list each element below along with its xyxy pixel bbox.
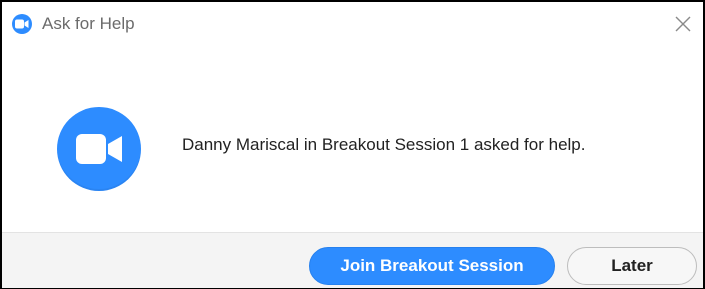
- zoom-camera-icon: [57, 107, 141, 191]
- zoom-camera-icon: [12, 14, 32, 34]
- title-bar: Ask for Help: [2, 2, 703, 46]
- dialog-footer: Join Breakout Session Later: [2, 232, 703, 288]
- dialog-title: Ask for Help: [42, 14, 135, 33]
- close-icon: [675, 16, 691, 32]
- close-button[interactable]: [669, 10, 697, 38]
- help-request-message: Danny Mariscal in Breakout Session 1 ask…: [182, 135, 586, 154]
- join-breakout-session-button[interactable]: Join Breakout Session: [309, 247, 555, 285]
- ask-for-help-dialog: Ask for Help Danny Mariscal in Breakout …: [0, 0, 705, 289]
- dialog-body: Danny Mariscal in Breakout Session 1 ask…: [2, 46, 703, 232]
- later-button[interactable]: Later: [567, 247, 697, 285]
